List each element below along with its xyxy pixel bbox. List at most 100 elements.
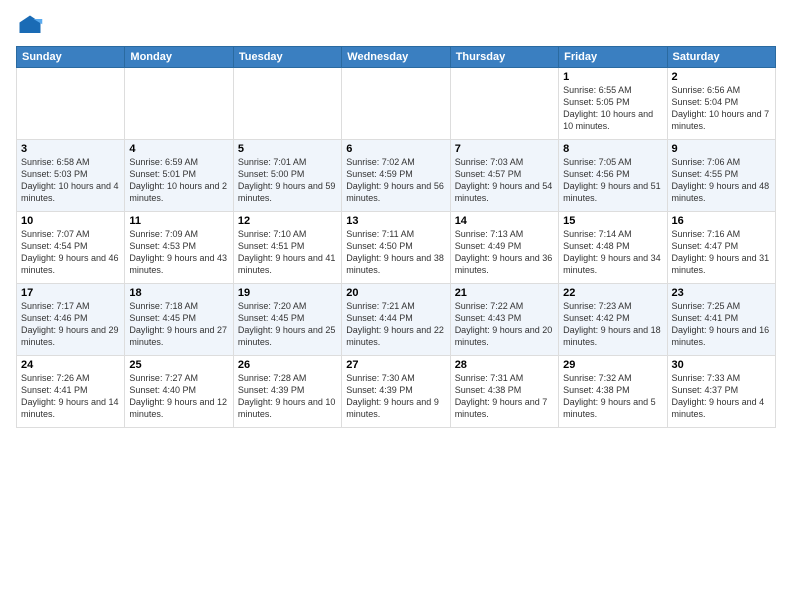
weekday-header: Wednesday [342, 47, 450, 68]
day-info: Sunrise: 7:26 AM Sunset: 4:41 PM Dayligh… [21, 372, 120, 421]
day-number: 27 [346, 359, 445, 371]
day-number: 3 [21, 143, 120, 155]
calendar-cell: 27Sunrise: 7:30 AM Sunset: 4:39 PM Dayli… [342, 356, 450, 428]
day-number: 25 [129, 359, 228, 371]
day-number: 9 [672, 143, 771, 155]
calendar-cell: 3Sunrise: 6:58 AM Sunset: 5:03 PM Daylig… [17, 140, 125, 212]
calendar-cell: 4Sunrise: 6:59 AM Sunset: 5:01 PM Daylig… [125, 140, 233, 212]
calendar-cell [125, 68, 233, 140]
calendar-cell: 23Sunrise: 7:25 AM Sunset: 4:41 PM Dayli… [667, 284, 775, 356]
day-number: 17 [21, 287, 120, 299]
calendar-cell: 8Sunrise: 7:05 AM Sunset: 4:56 PM Daylig… [559, 140, 667, 212]
calendar-week-row: 17Sunrise: 7:17 AM Sunset: 4:46 PM Dayli… [17, 284, 776, 356]
calendar-week-row: 10Sunrise: 7:07 AM Sunset: 4:54 PM Dayli… [17, 212, 776, 284]
calendar-cell: 2Sunrise: 6:56 AM Sunset: 5:04 PM Daylig… [667, 68, 775, 140]
day-info: Sunrise: 7:18 AM Sunset: 4:45 PM Dayligh… [129, 300, 228, 349]
day-info: Sunrise: 7:03 AM Sunset: 4:57 PM Dayligh… [455, 156, 554, 205]
calendar-cell: 10Sunrise: 7:07 AM Sunset: 4:54 PM Dayli… [17, 212, 125, 284]
day-number: 10 [21, 215, 120, 227]
calendar-cell: 9Sunrise: 7:06 AM Sunset: 4:55 PM Daylig… [667, 140, 775, 212]
day-info: Sunrise: 7:16 AM Sunset: 4:47 PM Dayligh… [672, 228, 771, 277]
weekday-header: Saturday [667, 47, 775, 68]
day-info: Sunrise: 7:02 AM Sunset: 4:59 PM Dayligh… [346, 156, 445, 205]
day-info: Sunrise: 7:17 AM Sunset: 4:46 PM Dayligh… [21, 300, 120, 349]
calendar: SundayMondayTuesdayWednesdayThursdayFrid… [16, 46, 776, 428]
calendar-cell: 28Sunrise: 7:31 AM Sunset: 4:38 PM Dayli… [450, 356, 558, 428]
day-number: 15 [563, 215, 662, 227]
day-number: 6 [346, 143, 445, 155]
day-number: 22 [563, 287, 662, 299]
day-info: Sunrise: 7:21 AM Sunset: 4:44 PM Dayligh… [346, 300, 445, 349]
day-info: Sunrise: 7:23 AM Sunset: 4:42 PM Dayligh… [563, 300, 662, 349]
calendar-cell: 20Sunrise: 7:21 AM Sunset: 4:44 PM Dayli… [342, 284, 450, 356]
calendar-cell [233, 68, 341, 140]
day-info: Sunrise: 7:31 AM Sunset: 4:38 PM Dayligh… [455, 372, 554, 421]
calendar-cell: 21Sunrise: 7:22 AM Sunset: 4:43 PM Dayli… [450, 284, 558, 356]
weekday-header: Friday [559, 47, 667, 68]
calendar-header-row: SundayMondayTuesdayWednesdayThursdayFrid… [17, 47, 776, 68]
logo-icon [16, 12, 44, 40]
calendar-cell: 12Sunrise: 7:10 AM Sunset: 4:51 PM Dayli… [233, 212, 341, 284]
calendar-cell: 17Sunrise: 7:17 AM Sunset: 4:46 PM Dayli… [17, 284, 125, 356]
day-number: 23 [672, 287, 771, 299]
day-info: Sunrise: 7:28 AM Sunset: 4:39 PM Dayligh… [238, 372, 337, 421]
day-info: Sunrise: 6:58 AM Sunset: 5:03 PM Dayligh… [21, 156, 120, 205]
day-info: Sunrise: 6:56 AM Sunset: 5:04 PM Dayligh… [672, 84, 771, 133]
calendar-cell: 16Sunrise: 7:16 AM Sunset: 4:47 PM Dayli… [667, 212, 775, 284]
page: SundayMondayTuesdayWednesdayThursdayFrid… [0, 0, 792, 612]
day-info: Sunrise: 7:10 AM Sunset: 4:51 PM Dayligh… [238, 228, 337, 277]
day-info: Sunrise: 6:55 AM Sunset: 5:05 PM Dayligh… [563, 84, 662, 133]
calendar-cell [342, 68, 450, 140]
calendar-cell: 30Sunrise: 7:33 AM Sunset: 4:37 PM Dayli… [667, 356, 775, 428]
day-number: 8 [563, 143, 662, 155]
calendar-week-row: 24Sunrise: 7:26 AM Sunset: 4:41 PM Dayli… [17, 356, 776, 428]
day-info: Sunrise: 7:25 AM Sunset: 4:41 PM Dayligh… [672, 300, 771, 349]
day-number: 18 [129, 287, 228, 299]
day-info: Sunrise: 7:09 AM Sunset: 4:53 PM Dayligh… [129, 228, 228, 277]
calendar-cell: 11Sunrise: 7:09 AM Sunset: 4:53 PM Dayli… [125, 212, 233, 284]
day-info: Sunrise: 7:32 AM Sunset: 4:38 PM Dayligh… [563, 372, 662, 421]
calendar-cell: 7Sunrise: 7:03 AM Sunset: 4:57 PM Daylig… [450, 140, 558, 212]
day-number: 4 [129, 143, 228, 155]
calendar-cell [17, 68, 125, 140]
weekday-header: Sunday [17, 47, 125, 68]
day-info: Sunrise: 7:20 AM Sunset: 4:45 PM Dayligh… [238, 300, 337, 349]
day-number: 20 [346, 287, 445, 299]
day-info: Sunrise: 7:06 AM Sunset: 4:55 PM Dayligh… [672, 156, 771, 205]
day-number: 11 [129, 215, 228, 227]
day-info: Sunrise: 7:11 AM Sunset: 4:50 PM Dayligh… [346, 228, 445, 277]
day-number: 13 [346, 215, 445, 227]
calendar-cell: 15Sunrise: 7:14 AM Sunset: 4:48 PM Dayli… [559, 212, 667, 284]
day-info: Sunrise: 6:59 AM Sunset: 5:01 PM Dayligh… [129, 156, 228, 205]
calendar-cell: 1Sunrise: 6:55 AM Sunset: 5:05 PM Daylig… [559, 68, 667, 140]
calendar-week-row: 1Sunrise: 6:55 AM Sunset: 5:05 PM Daylig… [17, 68, 776, 140]
day-info: Sunrise: 7:01 AM Sunset: 5:00 PM Dayligh… [238, 156, 337, 205]
day-info: Sunrise: 7:07 AM Sunset: 4:54 PM Dayligh… [21, 228, 120, 277]
day-number: 12 [238, 215, 337, 227]
header [16, 12, 776, 40]
day-number: 7 [455, 143, 554, 155]
day-info: Sunrise: 7:22 AM Sunset: 4:43 PM Dayligh… [455, 300, 554, 349]
day-info: Sunrise: 7:27 AM Sunset: 4:40 PM Dayligh… [129, 372, 228, 421]
day-number: 2 [672, 71, 771, 83]
calendar-cell: 14Sunrise: 7:13 AM Sunset: 4:49 PM Dayli… [450, 212, 558, 284]
calendar-cell: 29Sunrise: 7:32 AM Sunset: 4:38 PM Dayli… [559, 356, 667, 428]
calendar-cell: 24Sunrise: 7:26 AM Sunset: 4:41 PM Dayli… [17, 356, 125, 428]
day-number: 21 [455, 287, 554, 299]
calendar-cell: 22Sunrise: 7:23 AM Sunset: 4:42 PM Dayli… [559, 284, 667, 356]
day-info: Sunrise: 7:33 AM Sunset: 4:37 PM Dayligh… [672, 372, 771, 421]
day-number: 24 [21, 359, 120, 371]
day-number: 26 [238, 359, 337, 371]
day-info: Sunrise: 7:05 AM Sunset: 4:56 PM Dayligh… [563, 156, 662, 205]
calendar-cell: 5Sunrise: 7:01 AM Sunset: 5:00 PM Daylig… [233, 140, 341, 212]
day-number: 14 [455, 215, 554, 227]
day-info: Sunrise: 7:30 AM Sunset: 4:39 PM Dayligh… [346, 372, 445, 421]
weekday-header: Thursday [450, 47, 558, 68]
day-info: Sunrise: 7:13 AM Sunset: 4:49 PM Dayligh… [455, 228, 554, 277]
calendar-cell: 19Sunrise: 7:20 AM Sunset: 4:45 PM Dayli… [233, 284, 341, 356]
day-number: 16 [672, 215, 771, 227]
day-number: 1 [563, 71, 662, 83]
logo [16, 12, 48, 40]
calendar-cell: 6Sunrise: 7:02 AM Sunset: 4:59 PM Daylig… [342, 140, 450, 212]
day-number: 30 [672, 359, 771, 371]
